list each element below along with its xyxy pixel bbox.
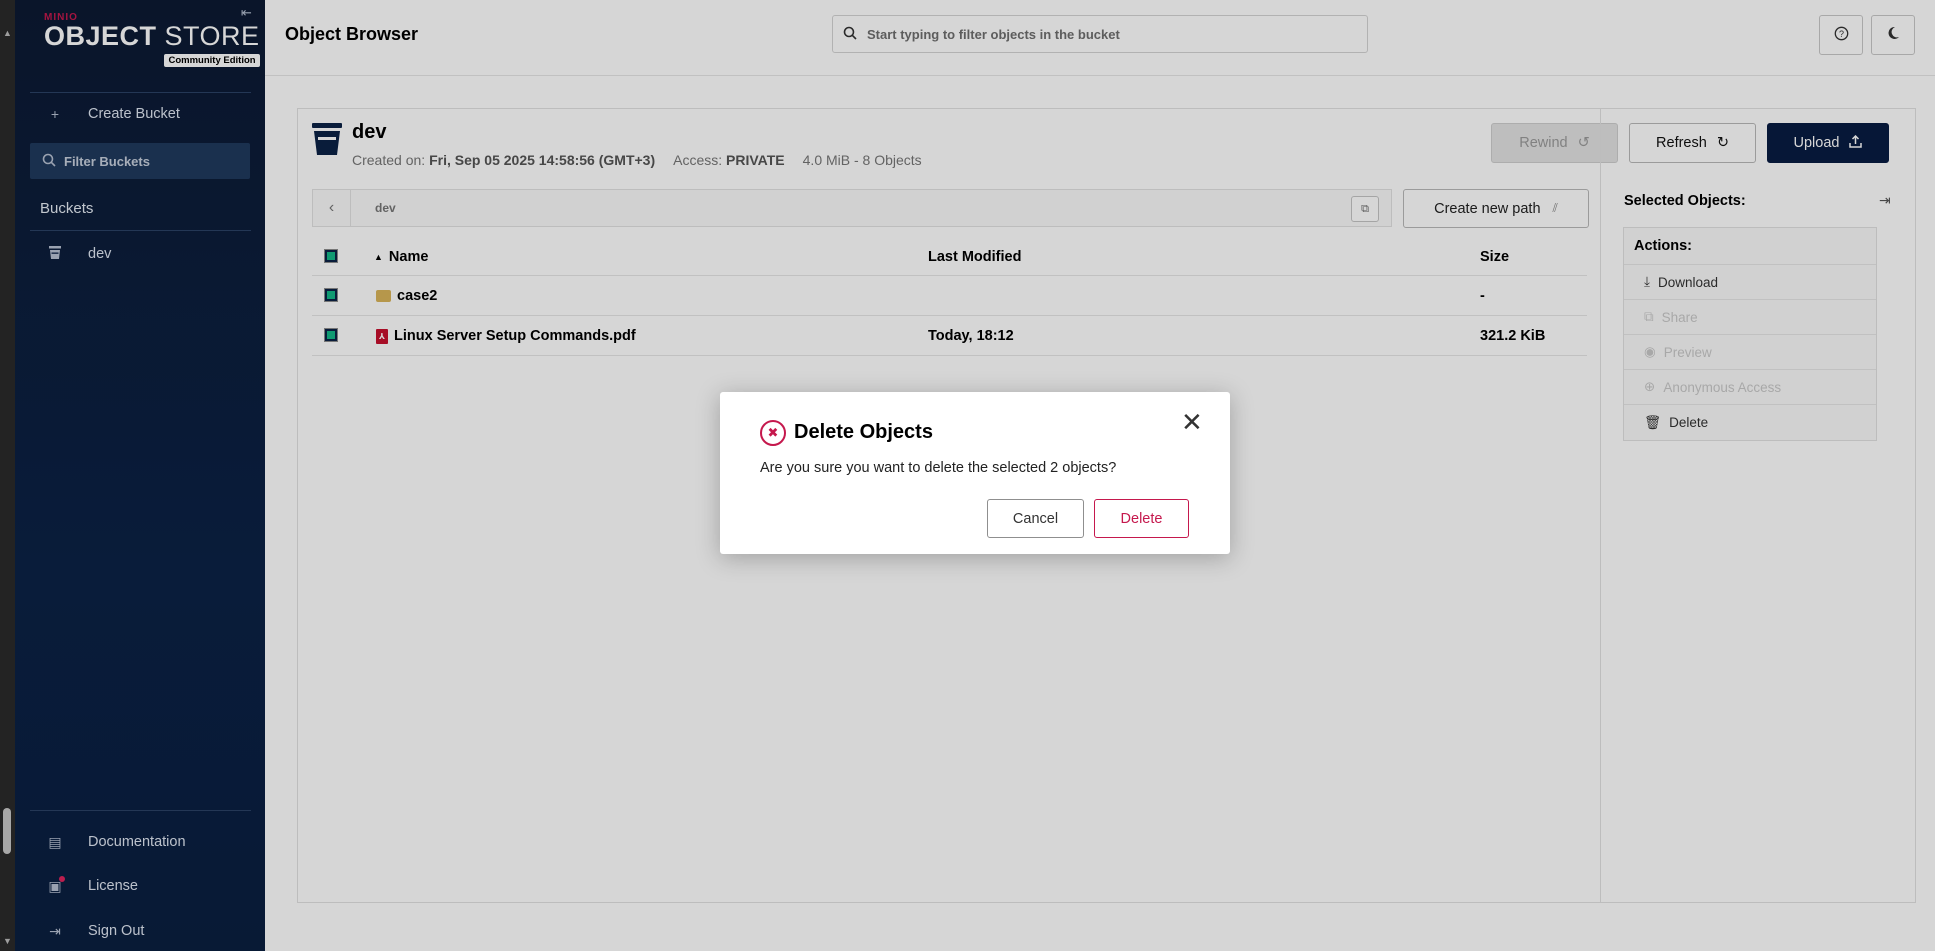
dialog-message: Are you sure you want to delete the sele…	[760, 460, 1117, 476]
confirm-delete-button[interactable]: Delete	[1094, 499, 1189, 538]
error-icon: ✖	[760, 420, 786, 446]
dialog-title: Delete Objects	[794, 421, 933, 443]
cancel-button[interactable]: Cancel	[987, 499, 1084, 538]
close-icon[interactable]: ✕	[1181, 409, 1203, 435]
delete-objects-dialog: ✖ Delete Objects ✕ Are you sure you want…	[720, 392, 1230, 554]
